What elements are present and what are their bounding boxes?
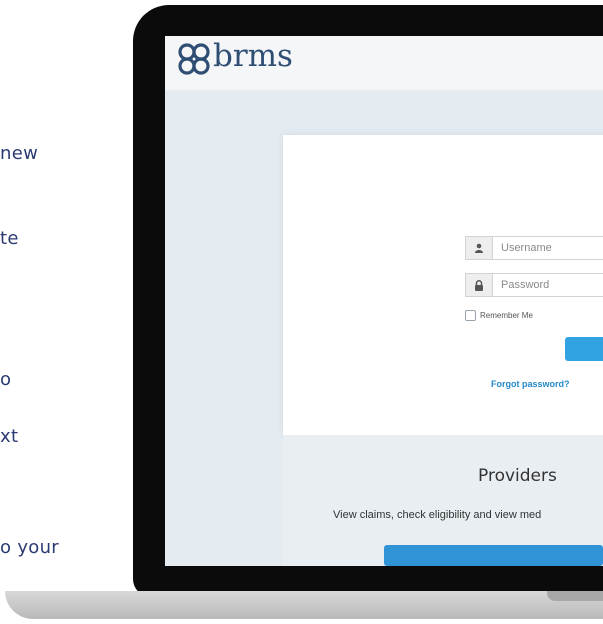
marketing-text-line-3: o bbox=[0, 369, 12, 390]
laptop-screen: brms bbox=[165, 36, 603, 566]
marketing-text-line-2: te bbox=[0, 228, 19, 249]
marketing-text-line-5: o your bbox=[0, 537, 60, 558]
clover-logo-icon[interactable] bbox=[177, 42, 211, 76]
marketing-text-line-4: xt bbox=[0, 426, 19, 447]
marketing-text-line-1: new bbox=[0, 143, 39, 164]
site-header: brms bbox=[165, 36, 603, 90]
laptop-base-notch bbox=[547, 591, 603, 601]
providers-title: Providers bbox=[478, 466, 557, 486]
providers-description: View claims, check eligibility and view … bbox=[333, 509, 542, 521]
password-field[interactable] bbox=[465, 273, 603, 297]
username-input[interactable] bbox=[493, 237, 603, 259]
password-input[interactable] bbox=[493, 274, 603, 296]
login-button[interactable] bbox=[565, 337, 603, 361]
laptop-base bbox=[5, 591, 603, 619]
lock-icon bbox=[466, 274, 493, 296]
forgot-password-link[interactable]: Forgot password? bbox=[491, 379, 570, 389]
username-field[interactable] bbox=[465, 236, 603, 260]
logo-text[interactable]: brms bbox=[213, 38, 293, 74]
remember-me[interactable]: Remember Me bbox=[465, 310, 533, 321]
remember-me-checkbox[interactable] bbox=[465, 310, 476, 321]
visit-provider-portal-button[interactable] bbox=[384, 545, 603, 566]
user-icon bbox=[466, 237, 493, 259]
remember-me-label: Remember Me bbox=[480, 311, 533, 320]
